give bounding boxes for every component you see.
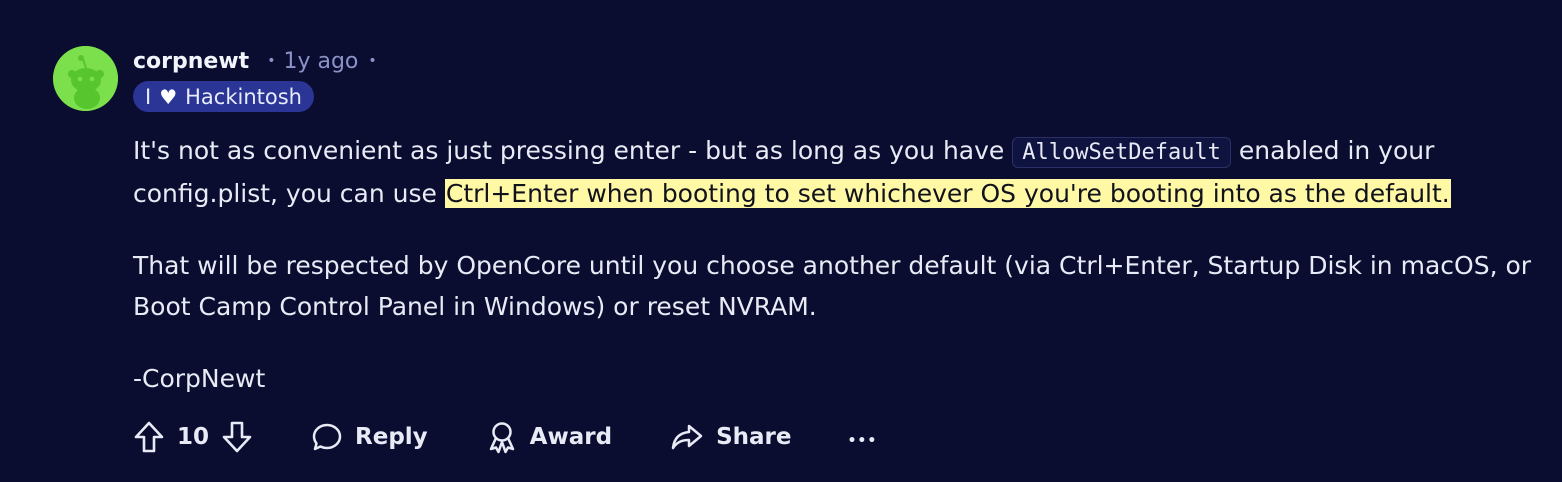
separator-dot: •: [368, 53, 377, 69]
highlighted-text: Ctrl+Enter when booting to set whichever…: [444, 179, 1451, 208]
snoo-avatar-icon[interactable]: [53, 46, 118, 111]
share-arrow-icon: [670, 421, 704, 453]
reply-label: Reply: [355, 424, 428, 450]
speech-bubble-icon: [311, 421, 343, 453]
award-label: Award: [529, 424, 613, 450]
comment-paragraph: That will be respected by OpenCore until…: [133, 251, 1532, 321]
timestamp[interactable]: 1y ago: [283, 49, 358, 74]
share-label: Share: [716, 424, 792, 450]
comment-body: It's not as convenient as just pressing …: [133, 130, 1538, 399]
more-options-button[interactable]: •••: [847, 423, 877, 451]
more-dots-icon: •••: [847, 433, 878, 449]
downvote-icon[interactable]: [221, 420, 253, 454]
flair-text: Hackintosh: [185, 84, 302, 109]
username-link[interactable]: corpnewt: [133, 49, 249, 74]
share-button[interactable]: Share: [670, 421, 791, 453]
user-flair: I ♥ Hackintosh: [133, 81, 314, 112]
comment-header: corpnewt • 1y ago •: [133, 46, 377, 76]
heart-icon: ♥: [159, 84, 178, 109]
separator-dot: •: [267, 53, 276, 69]
vote-controls: 10: [133, 420, 253, 454]
flair-prefix: I: [145, 84, 152, 109]
upvote-icon[interactable]: [133, 420, 165, 454]
comment: corpnewt • 1y ago • I ♥ Hackintosh It's …: [0, 0, 1562, 482]
comment-signature: -CorpNewt: [133, 364, 266, 393]
paragraph-text: It's not as convenient as just pressing …: [133, 136, 1013, 165]
comment-actions: 10 Reply Award Share •••: [133, 416, 877, 458]
award-button[interactable]: Award: [486, 420, 612, 454]
inline-code: AllowSetDefault: [1012, 137, 1231, 168]
comment-paragraph: It's not as convenient as just pressing …: [133, 130, 1538, 214]
vote-count: 10: [177, 424, 210, 450]
award-icon: [486, 420, 518, 454]
reply-button[interactable]: Reply: [311, 421, 428, 453]
